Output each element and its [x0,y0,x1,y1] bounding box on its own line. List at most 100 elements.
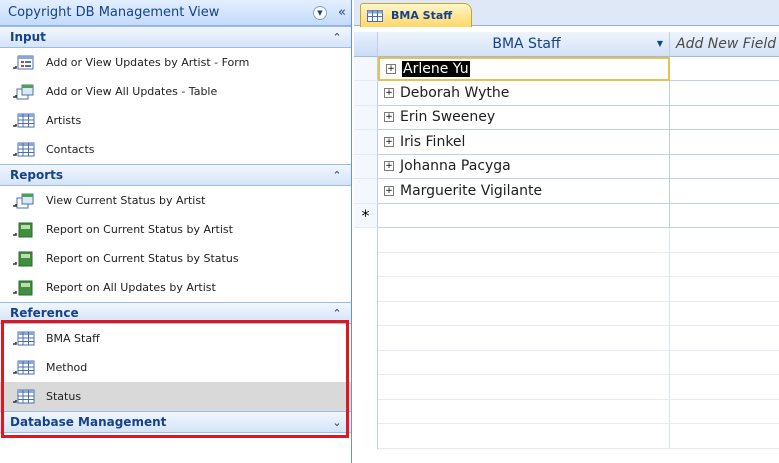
group-header-reference[interactable]: Reference ⌃ [0,302,351,324]
empty-row [354,301,779,326]
table-cell[interactable] [670,204,779,228]
table-cell[interactable] [670,130,779,155]
nav-pane-header[interactable]: Copyright DB Management View ▼ « [0,0,351,26]
table-cell[interactable] [670,179,779,204]
report-icon [13,222,33,237]
empty-cell [670,424,779,449]
group-header-reports[interactable]: Reports ⌃ [0,164,351,186]
table-row[interactable]: + Deborah Wythe [354,81,779,106]
collapse-chevron-icon[interactable]: ⌃ [323,31,351,44]
nav-item-label: BMA Staff [46,332,100,345]
table-icon [367,9,383,22]
nav-menu-dropdown-icon[interactable]: ▼ [313,5,327,20]
expand-plus-icon[interactable]: + [386,63,396,74]
empty-selector [354,326,378,351]
group-header-input[interactable]: Input ⌃ [0,26,351,48]
table-cell[interactable] [378,203,670,228]
column-header-add-new-field[interactable]: Add New Field [670,32,779,57]
empty-selector [354,277,378,302]
nav-item-method[interactable]: Method [0,353,351,382]
column-filter-dropdown-icon[interactable]: ▼ [657,39,663,48]
tab-bma-staff[interactable]: BMA Staff [360,3,472,27]
collapse-chevron-icon[interactable]: ⌃ [323,169,351,182]
document-area: BMA Staff BMA Staff ▼ Add New Field + Ar… [354,0,779,463]
record-selector[interactable] [354,81,378,106]
new-record-asterisk-icon: * [361,205,370,225]
table-row[interactable]: + Erin Sweeney [354,105,779,130]
table-row[interactable]: + Marguerite Vigilante [354,179,779,204]
nav-item-status[interactable]: Status [0,382,351,411]
form-icon [13,55,34,69]
empty-cell [378,277,670,302]
table-cell[interactable]: + Iris Finkel [378,130,670,155]
group-label: Reference [10,306,79,320]
nav-item-label: Add or View All Updates - Table [46,85,218,98]
nav-item-label: Method [46,361,88,374]
table-cell[interactable] [670,155,779,179]
empty-cell [378,326,670,351]
expand-plus-icon[interactable]: + [384,87,394,98]
record-selector[interactable] [354,179,378,204]
new-record-row[interactable]: * [354,203,779,228]
nav-item-label: Report on Current Status by Status [46,252,239,265]
group-header-database-management[interactable]: Database Management ⌄ [0,411,351,433]
group-label: Database Management [10,415,167,429]
table-cell[interactable]: + Marguerite Vigilante [378,179,670,204]
empty-cell [378,399,670,424]
nav-item-report-current-status-by-artist[interactable]: Report on Current Status by Artist [0,215,351,244]
table-cell[interactable]: + Deborah Wythe [378,81,670,106]
shutter-bar-collapse-icon[interactable]: « [333,5,351,20]
table-cell[interactable]: + Johanna Pacyga [378,154,670,179]
nav-item-label: View Current Status by Artist [46,194,206,207]
nav-item-bma-staff[interactable]: BMA Staff [0,324,351,353]
nav-item-contacts[interactable]: Contacts [0,135,351,164]
empty-selector [354,399,378,424]
group-label: Input [10,30,46,44]
expand-plus-icon[interactable]: + [384,185,394,196]
expand-plus-icon[interactable]: + [384,112,394,123]
table-cell[interactable] [670,81,779,106]
record-selector[interactable] [354,56,378,81]
table-cell[interactable]: + Arlene Yu [378,56,670,81]
nav-item-report-all-updates-by-artist[interactable]: Report on All Updates by Artist [0,273,351,302]
nav-item-label: Report on All Updates by Artist [46,281,216,294]
nav-item-add-view-all-updates-table[interactable]: Add or View All Updates - Table [0,77,351,106]
record-selector[interactable] [354,130,378,155]
nav-item-artists[interactable]: Artists [0,106,351,135]
empty-cell [378,375,670,400]
record-selector[interactable] [354,105,378,130]
empty-selector [354,375,378,400]
empty-cell [378,301,670,326]
empty-selector [354,228,378,253]
collapse-chevron-icon[interactable]: ⌃ [323,307,351,320]
nav-item-label: Artists [46,114,82,127]
nav-item-report-current-status-by-status[interactable]: Report on Current Status by Status [0,244,351,273]
nav-item-view-current-status-by-artist[interactable]: View Current Status by Artist [0,186,351,215]
empty-cell [378,350,670,375]
empty-cell [670,228,779,253]
record-selector[interactable] [354,154,378,179]
nav-item-label: Status [46,390,82,403]
table-row[interactable]: + Johanna Pacyga [354,154,779,179]
table-cell[interactable] [670,57,779,81]
table-icon [13,142,35,156]
new-record-selector[interactable]: * [354,203,378,228]
table-row[interactable]: + Arlene Yu [354,56,779,81]
nav-item-add-view-updates-form[interactable]: Add or View Updates by Artist - Form [0,48,351,77]
empty-cell [670,375,779,400]
column-header-bma-staff[interactable]: BMA Staff ▼ [378,32,670,57]
expand-plus-icon[interactable]: + [384,161,394,172]
table-row[interactable]: + Iris Finkel [354,130,779,155]
report-icon [13,280,33,295]
cell-text: Marguerite Vigilante [400,182,543,199]
table-cell[interactable] [670,106,779,130]
table-icon [13,113,35,127]
table-cell[interactable]: + Erin Sweeney [378,105,670,130]
report-icon [13,251,33,266]
document-tab-strip: BMA Staff [354,0,779,27]
nav-pane-title: Copyright DB Management View [8,5,220,20]
empty-selector [354,350,378,375]
expand-plus-icon[interactable]: + [384,136,394,147]
select-all-button[interactable] [354,32,378,57]
expand-chevron-icon[interactable]: ⌄ [323,416,351,429]
